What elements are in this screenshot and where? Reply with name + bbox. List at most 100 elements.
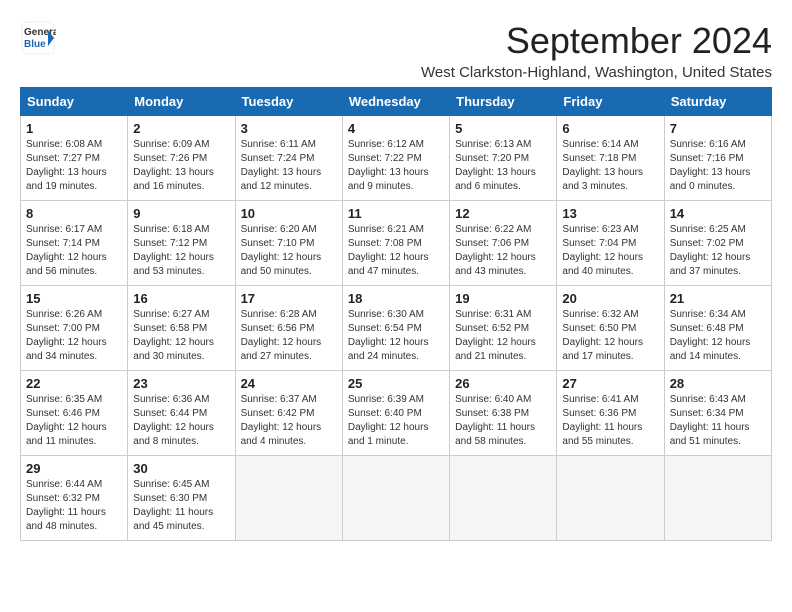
day-cell: 23 Sunrise: 6:36 AMSunset: 6:44 PMDayligh…	[128, 371, 235, 456]
day-number: 22	[26, 376, 122, 391]
day-info: Sunrise: 6:43 AMSunset: 6:34 PMDaylight:…	[670, 393, 766, 449]
day-cell: 22 Sunrise: 6:35 AMSunset: 6:46 PMDayligh…	[21, 371, 128, 456]
weekday-header-saturday: Saturday	[664, 88, 771, 116]
weekday-header-wednesday: Wednesday	[342, 88, 449, 116]
day-number: 11	[348, 206, 444, 221]
day-cell	[235, 456, 342, 541]
day-info: Sunrise: 6:21 AMSunset: 7:08 PMDaylight:…	[348, 223, 444, 279]
day-info: Sunrise: 6:18 AMSunset: 7:12 PMDaylight:…	[133, 223, 229, 279]
day-cell: 30 Sunrise: 6:45 AMSunset: 6:30 PMDayligh…	[128, 456, 235, 541]
day-cell: 29 Sunrise: 6:44 AMSunset: 6:32 PMDayligh…	[21, 456, 128, 541]
day-number: 16	[133, 291, 229, 306]
day-number: 30	[133, 461, 229, 476]
day-cell: 8 Sunrise: 6:17 AMSunset: 7:14 PMDaylight…	[21, 201, 128, 286]
header-row: SundayMondayTuesdayWednesdayThursdayFrid…	[21, 88, 772, 116]
day-info: Sunrise: 6:22 AMSunset: 7:06 PMDaylight:…	[455, 223, 551, 279]
day-info: Sunrise: 6:40 AMSunset: 6:38 PMDaylight:…	[455, 393, 551, 449]
weekday-header-sunday: Sunday	[21, 88, 128, 116]
day-info: Sunrise: 6:39 AMSunset: 6:40 PMDaylight:…	[348, 393, 444, 449]
logo-icon: General Blue	[20, 20, 56, 61]
day-number: 24	[241, 376, 337, 391]
day-number: 10	[241, 206, 337, 221]
day-number: 4	[348, 121, 444, 136]
day-cell: 6Sunrise: 6:14 AMSunset: 7:18 PMDaylight…	[557, 116, 664, 201]
day-cell: 3Sunrise: 6:11 AMSunset: 7:24 PMDaylight…	[235, 116, 342, 201]
day-cell: 13Sunrise: 6:23 AMSunset: 7:04 PMDayligh…	[557, 201, 664, 286]
day-cell: 26 Sunrise: 6:40 AMSunset: 6:38 PMDayligh…	[450, 371, 557, 456]
day-number: 17	[241, 291, 337, 306]
day-cell: 20 Sunrise: 6:32 AMSunset: 6:50 PMDayligh…	[557, 286, 664, 371]
day-number: 15	[26, 291, 122, 306]
day-cell: 12 Sunrise: 6:22 AMSunset: 7:06 PMDayligh…	[450, 201, 557, 286]
day-cell: 5 Sunrise: 6:13 AMSunset: 7:20 PMDaylight…	[450, 116, 557, 201]
day-number: 20	[562, 291, 658, 306]
calendar-title: September 2024	[421, 20, 772, 62]
day-cell	[342, 456, 449, 541]
day-number: 9	[133, 206, 229, 221]
day-cell	[664, 456, 771, 541]
day-cell: 16 Sunrise: 6:27 AMSunset: 6:58 PMDayligh…	[128, 286, 235, 371]
day-info: Sunrise: 6:32 AMSunset: 6:50 PMDaylight:…	[562, 308, 658, 364]
day-info: Sunrise: 6:17 AMSunset: 7:14 PMDaylight:…	[26, 223, 122, 279]
weekday-header-thursday: Thursday	[450, 88, 557, 116]
day-number: 6	[562, 121, 658, 136]
day-info: Sunrise: 6:08 AMSunset: 7:27 PMDaylight:…	[26, 138, 122, 194]
weekday-header-friday: Friday	[557, 88, 664, 116]
logo: General Blue	[20, 20, 56, 61]
day-cell: 27 Sunrise: 6:41 AMSunset: 6:36 PMDayligh…	[557, 371, 664, 456]
day-info: Sunrise: 6:30 AMSunset: 6:54 PMDaylight:…	[348, 308, 444, 364]
day-number: 23	[133, 376, 229, 391]
day-cell	[450, 456, 557, 541]
day-info: Sunrise: 6:41 AMSunset: 6:36 PMDaylight:…	[562, 393, 658, 449]
day-info: Sunrise: 6:11 AMSunset: 7:24 PMDaylight:…	[241, 138, 337, 194]
day-info: Sunrise: 6:28 AMSunset: 6:56 PMDaylight:…	[241, 308, 337, 364]
day-cell: 28Sunrise: 6:43 AMSunset: 6:34 PMDayligh…	[664, 371, 771, 456]
day-cell: 14 Sunrise: 6:25 AMSunset: 7:02 PMDayligh…	[664, 201, 771, 286]
calendar-subtitle: West Clarkston-Highland, Washington, Uni…	[421, 64, 772, 81]
day-number: 29	[26, 461, 122, 476]
day-info: Sunrise: 6:26 AMSunset: 7:00 PMDaylight:…	[26, 308, 122, 364]
day-number: 5	[455, 121, 551, 136]
day-info: Sunrise: 6:36 AMSunset: 6:44 PMDaylight:…	[133, 393, 229, 449]
day-number: 8	[26, 206, 122, 221]
day-info: Sunrise: 6:09 AMSunset: 7:26 PMDaylight:…	[133, 138, 229, 194]
day-cell	[557, 456, 664, 541]
day-cell: 7 Sunrise: 6:16 AMSunset: 7:16 PMDaylight…	[664, 116, 771, 201]
day-info: Sunrise: 6:13 AMSunset: 7:20 PMDaylight:…	[455, 138, 551, 194]
day-info: Sunrise: 6:37 AMSunset: 6:42 PMDaylight:…	[241, 393, 337, 449]
day-cell: 21Sunrise: 6:34 AMSunset: 6:48 PMDayligh…	[664, 286, 771, 371]
week-row-3: 15 Sunrise: 6:26 AMSunset: 7:00 PMDayligh…	[21, 286, 772, 371]
svg-text:Blue: Blue	[24, 39, 46, 50]
day-info: Sunrise: 6:16 AMSunset: 7:16 PMDaylight:…	[670, 138, 766, 194]
day-cell: 17 Sunrise: 6:28 AMSunset: 6:56 PMDayligh…	[235, 286, 342, 371]
day-info: Sunrise: 6:34 AMSunset: 6:48 PMDaylight:…	[670, 308, 766, 364]
day-number: 14	[670, 206, 766, 221]
day-number: 2	[133, 121, 229, 136]
day-number: 26	[455, 376, 551, 391]
week-row-1: 1Sunrise: 6:08 AMSunset: 7:27 PMDaylight…	[21, 116, 772, 201]
day-info: Sunrise: 6:44 AMSunset: 6:32 PMDaylight:…	[26, 478, 122, 534]
day-number: 27	[562, 376, 658, 391]
day-cell: 4Sunrise: 6:12 AMSunset: 7:22 PMDaylight…	[342, 116, 449, 201]
week-row-4: 22 Sunrise: 6:35 AMSunset: 6:46 PMDayligh…	[21, 371, 772, 456]
day-cell: 9 Sunrise: 6:18 AMSunset: 7:12 PMDaylight…	[128, 201, 235, 286]
day-number: 18	[348, 291, 444, 306]
day-info: Sunrise: 6:31 AMSunset: 6:52 PMDaylight:…	[455, 308, 551, 364]
day-info: Sunrise: 6:45 AMSunset: 6:30 PMDaylight:…	[133, 478, 229, 534]
day-cell: 25 Sunrise: 6:39 AMSunset: 6:40 PMDayligh…	[342, 371, 449, 456]
day-cell: 2 Sunrise: 6:09 AMSunset: 7:26 PMDaylight…	[128, 116, 235, 201]
day-cell: 10Sunrise: 6:20 AMSunset: 7:10 PMDayligh…	[235, 201, 342, 286]
week-row-5: 29 Sunrise: 6:44 AMSunset: 6:32 PMDayligh…	[21, 456, 772, 541]
header: General Blue September 2024 West Clarkst…	[20, 20, 772, 81]
title-block: September 2024 West Clarkston-Highland, …	[421, 20, 772, 81]
day-info: Sunrise: 6:27 AMSunset: 6:58 PMDaylight:…	[133, 308, 229, 364]
day-cell: 1Sunrise: 6:08 AMSunset: 7:27 PMDaylight…	[21, 116, 128, 201]
day-info: Sunrise: 6:23 AMSunset: 7:04 PMDaylight:…	[562, 223, 658, 279]
day-cell: 15 Sunrise: 6:26 AMSunset: 7:00 PMDayligh…	[21, 286, 128, 371]
day-number: 7	[670, 121, 766, 136]
day-info: Sunrise: 6:25 AMSunset: 7:02 PMDaylight:…	[670, 223, 766, 279]
day-number: 12	[455, 206, 551, 221]
calendar-table: SundayMondayTuesdayWednesdayThursdayFrid…	[20, 87, 772, 541]
day-info: Sunrise: 6:35 AMSunset: 6:46 PMDaylight:…	[26, 393, 122, 449]
day-number: 25	[348, 376, 444, 391]
